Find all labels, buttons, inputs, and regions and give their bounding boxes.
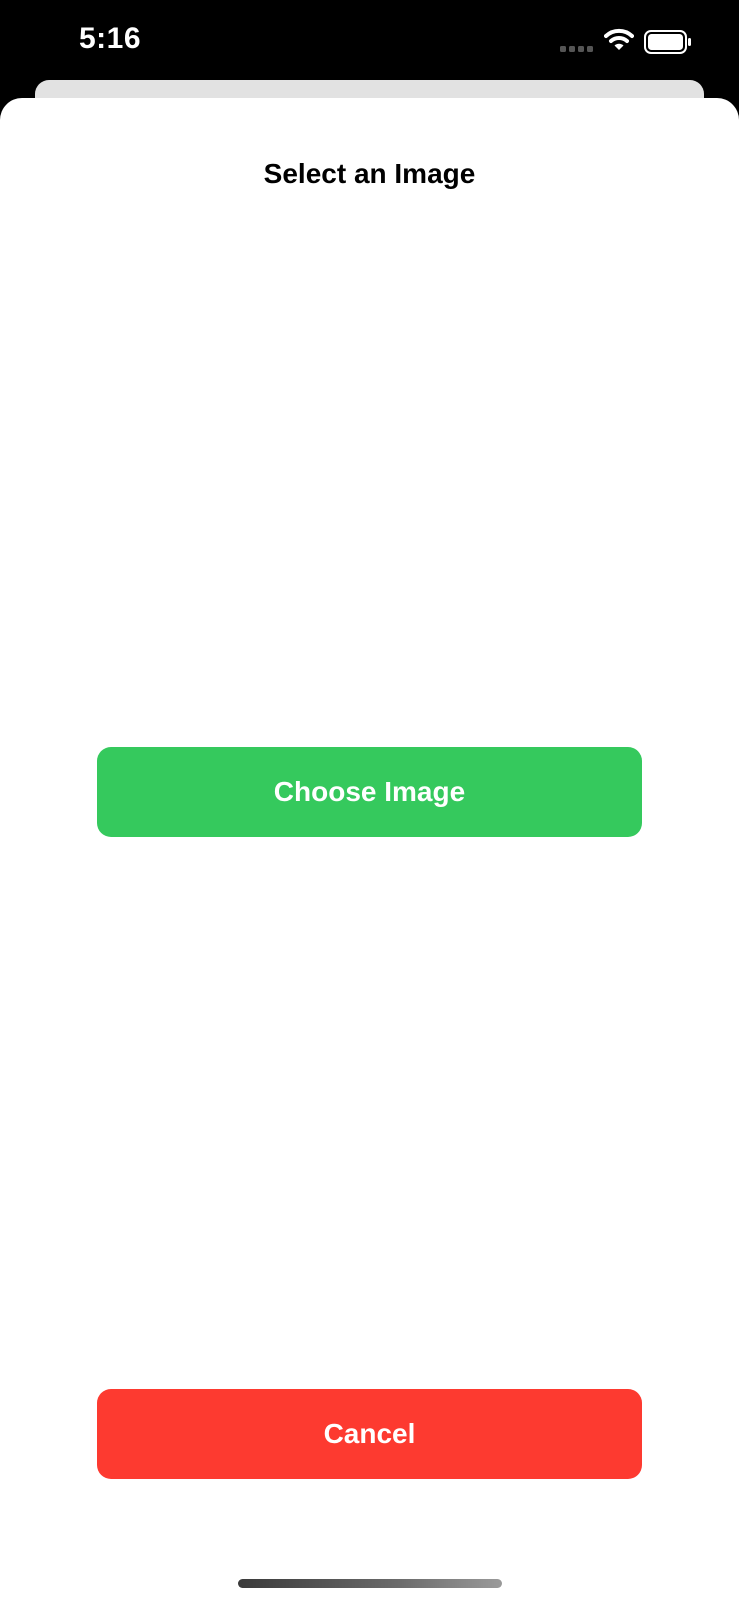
cellular-signal-icon xyxy=(560,46,593,52)
image-picker-sheet: Select an Image Choose Image Cancel xyxy=(0,98,739,1600)
home-indicator[interactable] xyxy=(238,1579,502,1588)
cancel-button[interactable]: Cancel xyxy=(97,1389,642,1479)
choose-image-button[interactable]: Choose Image xyxy=(97,747,642,837)
screen: 5:16 Select an Image Choose Image Cancel xyxy=(0,0,739,1600)
status-bar: 5:16 xyxy=(0,0,739,80)
status-time: 5:16 xyxy=(79,22,142,55)
battery-icon xyxy=(644,30,691,54)
wifi-icon xyxy=(604,28,634,50)
sheet-title: Select an Image xyxy=(263,158,476,189)
